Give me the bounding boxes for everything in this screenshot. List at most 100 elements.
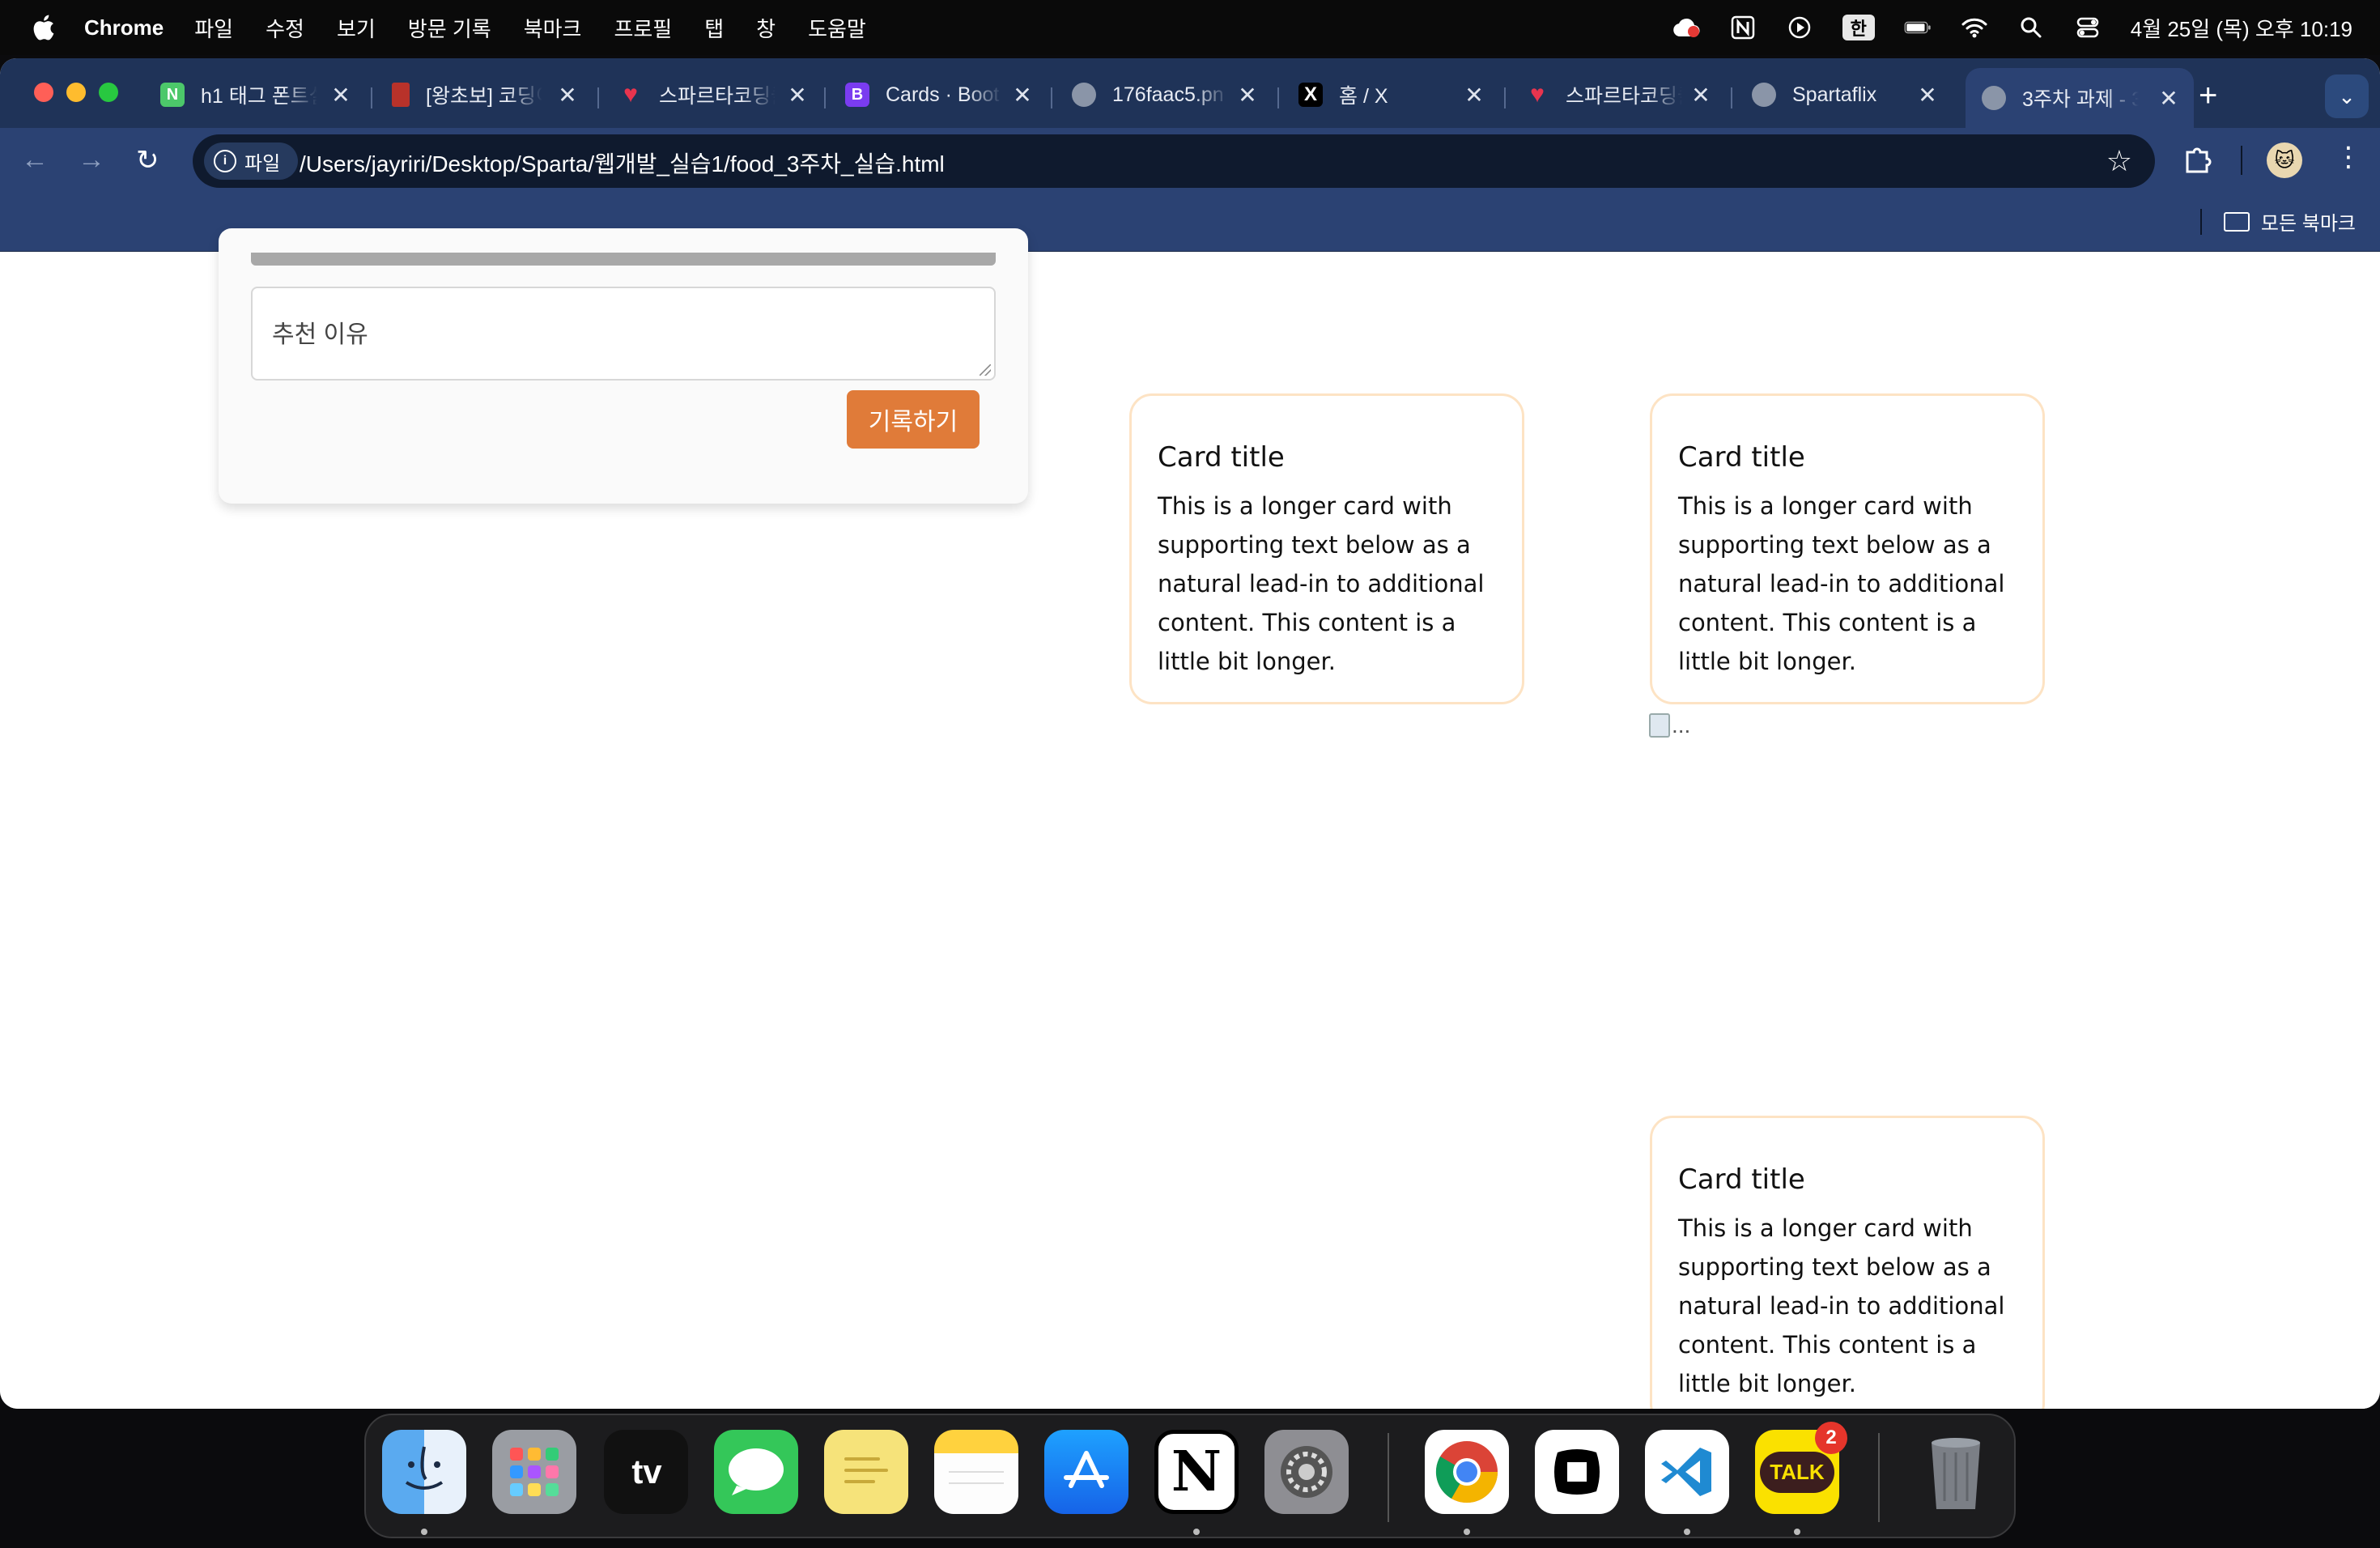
close-icon[interactable]: ✕ <box>1010 82 1035 108</box>
tab-title: 3주차 과제 - 3 <box>2022 88 2139 111</box>
tab-separator <box>1051 87 1052 108</box>
forward-arrow-icon[interactable]: → <box>78 144 105 176</box>
play-circle-icon[interactable] <box>1786 14 1813 41</box>
card-text: This is a longer card with supporting te… <box>1158 492 1485 675</box>
notion-label: N <box>1171 1440 1222 1504</box>
close-window-button[interactable] <box>34 83 53 102</box>
tab-3[interactable]: ♥ 스파르타코딩클 ✕ <box>618 68 810 121</box>
notification-badge: 2 <box>1815 1422 1847 1454</box>
address-bar[interactable]: i 파일 /Users/jayriri/Desktop/Sparta/웹개발_실… <box>193 134 2155 188</box>
notion-status-icon[interactable] <box>1729 14 1757 41</box>
menu-view[interactable]: 보기 <box>337 13 376 43</box>
menu-history[interactable]: 방문 기록 <box>408 13 491 43</box>
minimize-window-button[interactable] <box>66 83 86 102</box>
wifi-icon[interactable] <box>1961 14 1988 41</box>
menu-help[interactable]: 도움말 <box>808 13 866 43</box>
input-method-indicator[interactable]: 한 <box>1842 15 1875 40</box>
battery-icon[interactable] <box>1904 14 1932 41</box>
tab-1[interactable]: N h1 태그 폰트설 ✕ <box>160 68 353 121</box>
notion-icon[interactable]: N <box>1154 1430 1239 1514</box>
dock-divider <box>1878 1433 1880 1522</box>
all-bookmarks-label: 모든 북마크 <box>2260 213 2356 235</box>
extensions-puzzle-icon[interactable] <box>2181 142 2213 179</box>
appletv-icon[interactable]: tv <box>604 1430 688 1514</box>
new-tab-button[interactable]: + <box>2199 78 2217 114</box>
launchpad-icon[interactable] <box>492 1430 576 1514</box>
messages-icon[interactable] <box>714 1430 798 1514</box>
resize-grip-icon[interactable] <box>980 364 991 376</box>
bookmark-divider <box>2200 209 2202 235</box>
reload-icon[interactable]: ↻ <box>136 144 159 176</box>
site-info-chip[interactable]: i 파일 <box>204 142 299 180</box>
notion-green-favicon-icon: N <box>160 83 185 107</box>
chrome-window: N h1 태그 폰트설 ✕ [왕초보] 코딩이 ✕ ♥ 스파르타코딩클 ✕ B … <box>0 58 2380 1409</box>
globe-favicon-icon <box>1072 83 1096 107</box>
chrome-icon[interactable] <box>1425 1430 1509 1514</box>
menubar-clock[interactable]: 4월 25일 (목) 오후 10:19 <box>2131 13 2352 43</box>
close-icon[interactable]: ✕ <box>2157 85 2181 112</box>
tab-7[interactable]: ♥ 스파르타코딩클 ✕ <box>1525 68 1713 121</box>
menu-bookmarks[interactable]: 북마크 <box>524 13 582 43</box>
tab-separator <box>597 87 599 108</box>
close-icon[interactable]: ✕ <box>1462 82 1486 108</box>
profile-avatar[interactable]: 🐱 <box>2267 142 2302 178</box>
menu-file[interactable]: 파일 <box>194 13 233 43</box>
capcut-icon[interactable] <box>1535 1430 1619 1514</box>
stickies-icon[interactable] <box>824 1430 908 1514</box>
tab-title: 176faac5.pn <box>1112 83 1224 106</box>
talk-bubble: TALK <box>1760 1451 1834 1493</box>
close-icon[interactable]: ✕ <box>1235 82 1260 108</box>
all-bookmarks-button[interactable]: 모든 북마크 <box>2223 207 2356 236</box>
menu-bar: Chrome 파일 수정 보기 방문 기록 북마크 프로필 탭 창 도움말 한 … <box>0 0 2380 55</box>
apple-icon[interactable] <box>31 14 55 41</box>
control-center-icon[interactable] <box>2074 14 2102 41</box>
vscode-icon[interactable] <box>1645 1430 1729 1514</box>
menu-profiles[interactable]: 프로필 <box>614 13 672 43</box>
trash-icon[interactable] <box>1914 1430 1998 1514</box>
tab-title: 스파르타코딩클 <box>659 85 776 108</box>
bootstrap-favicon-icon: B <box>845 83 869 107</box>
close-icon[interactable]: ✕ <box>329 82 353 108</box>
tab-search-button[interactable]: ⌄ <box>2325 74 2369 118</box>
record-button[interactable]: 기록하기 <box>847 390 980 449</box>
back-arrow-icon[interactable]: ← <box>21 144 49 176</box>
toolbar-divider <box>2241 146 2242 175</box>
card-text: This is a longer card with supporting te… <box>1678 1214 2005 1397</box>
tab-title: h1 태그 폰트설 <box>201 85 317 108</box>
x-favicon-icon: X <box>1298 83 1323 107</box>
cloud-sync-icon[interactable] <box>1672 14 1700 41</box>
book-favicon-icon <box>392 83 410 107</box>
menu-app-name[interactable]: Chrome <box>84 15 164 40</box>
tab-active[interactable]: 3주차 과제 - 3 ✕ <box>1966 68 2194 128</box>
tab-5[interactable]: 176faac5.pn ✕ <box>1072 68 1260 121</box>
menu-edit[interactable]: 수정 <box>266 13 304 43</box>
notes-icon[interactable] <box>934 1430 1018 1514</box>
tab-strip: N h1 태그 폰트설 ✕ [왕초보] 코딩이 ✕ ♥ 스파르타코딩클 ✕ B … <box>0 58 2380 128</box>
tab-2[interactable]: [왕초보] 코딩이 ✕ <box>392 68 580 121</box>
settings-icon[interactable] <box>1264 1430 1349 1514</box>
star-select-bottom[interactable] <box>251 253 996 266</box>
tab-title: Spartaflix <box>1792 83 1877 106</box>
tab-8[interactable]: Spartaflix ✕ <box>1752 68 1940 121</box>
card-2: Card title This is a longer card with su… <box>1650 393 2045 704</box>
bookmark-star-icon[interactable]: ☆ <box>2106 144 2132 178</box>
kakaotalk-icon[interactable]: TALK 2 <box>1755 1422 1847 1514</box>
card-1: Card title This is a longer card with su… <box>1129 393 1524 704</box>
close-icon[interactable]: ✕ <box>555 82 580 108</box>
close-icon[interactable]: ✕ <box>785 82 810 108</box>
menu-tab[interactable]: 탭 <box>704 13 724 43</box>
tab-6[interactable]: X 홈 / X ✕ <box>1298 68 1486 121</box>
zoom-window-button[interactable] <box>99 83 118 102</box>
reason-textarea[interactable]: 추천 이유 <box>251 287 996 381</box>
close-icon[interactable]: ✕ <box>1915 82 1940 108</box>
tab-4[interactable]: B Cards · Boot ✕ <box>845 68 1035 121</box>
url-text[interactable]: /Users/jayriri/Desktop/Sparta/웹개발_실습1/fo… <box>300 147 945 179</box>
more-vertical-icon[interactable]: ⋮ <box>2335 141 2362 173</box>
menu-window[interactable]: 창 <box>756 13 776 43</box>
tab-title: [왕초보] 코딩이 <box>426 85 542 108</box>
spotlight-search-icon[interactable] <box>2017 14 2045 41</box>
broken-image-alt: ... <box>1672 712 1691 738</box>
finder-icon[interactable] <box>382 1430 466 1514</box>
close-icon[interactable]: ✕ <box>1689 82 1713 108</box>
appstore-icon[interactable] <box>1044 1430 1128 1514</box>
